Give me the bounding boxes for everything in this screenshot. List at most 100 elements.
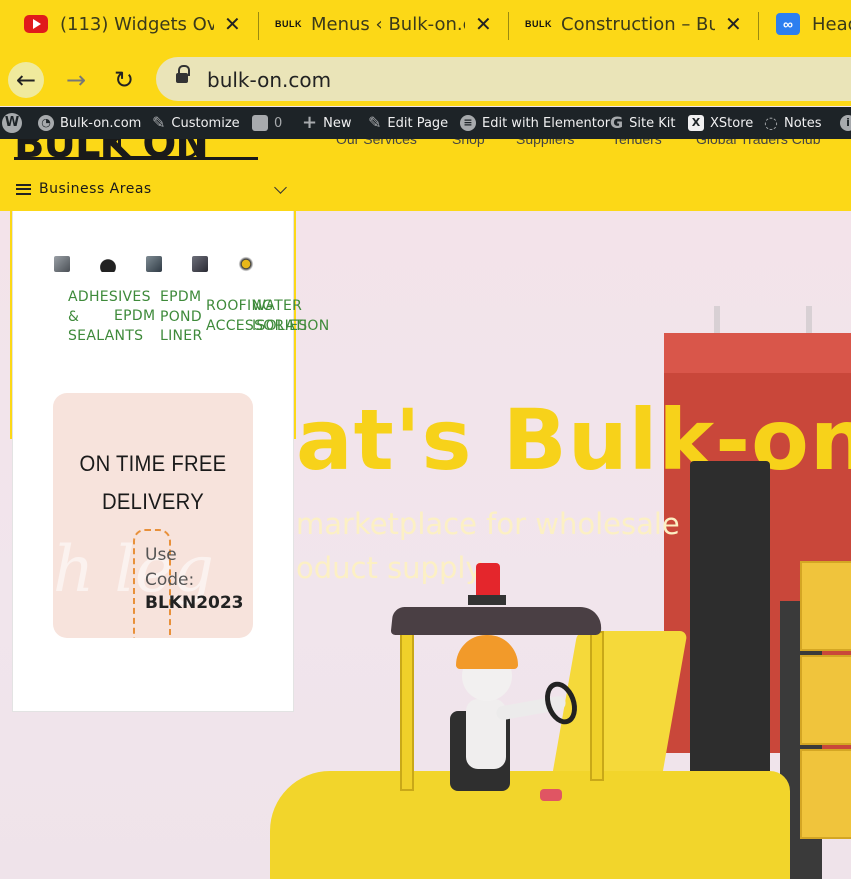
cargo-box xyxy=(800,561,851,651)
info-icon: i xyxy=(840,115,851,131)
tab-title: (113) Widgets Over xyxy=(60,14,214,35)
trailer-pin xyxy=(806,306,812,336)
youtube-icon xyxy=(24,15,48,33)
address-bar[interactable]: bulk-on.com xyxy=(156,57,851,101)
browser-tab-strip: (113) Widgets Over ✕ BULK Menus ‹ Bulk-o… xyxy=(0,0,851,52)
chevron-down-icon[interactable] xyxy=(274,181,287,194)
pencil-icon: ✎ xyxy=(368,113,382,132)
speech-bubble-icon: ◌ xyxy=(764,113,778,132)
admin-notes-link[interactable]: ◌ Notes xyxy=(764,107,822,139)
forklift-body xyxy=(270,771,790,879)
browser-tab-youtube[interactable]: (113) Widgets Over ✕ xyxy=(24,0,254,52)
admin-customize-label: Customize xyxy=(171,115,240,131)
pond-liner-thumbnail-icon[interactable] xyxy=(146,256,162,272)
admin-new-label: New xyxy=(323,115,352,131)
comment-icon xyxy=(252,115,268,131)
admin-notes-label: Notes xyxy=(783,115,822,131)
nav-item-shop[interactable]: Shop xyxy=(452,139,485,147)
browser-toolbar: ← → ↻ bulk-on.com xyxy=(0,52,851,106)
tab-title: Construction – Bulk xyxy=(561,14,715,35)
bulk-favicon-icon: BULK xyxy=(525,19,552,29)
nav-item-suppliers[interactable]: Suppliers xyxy=(516,139,574,147)
forward-button[interactable]: → xyxy=(58,62,94,98)
admin-site-link[interactable]: ◔ Bulk-on.com xyxy=(38,107,141,139)
admin-sitekit-label: Site Kit xyxy=(629,115,676,131)
xstore-icon: X xyxy=(688,115,704,131)
arrow-right-icon: → xyxy=(65,66,87,94)
site-header: BULK ON Our Services Shop Suppliers Tend… xyxy=(0,139,851,211)
free-delivery-promo[interactable]: h leg ON TIME FREE DELIVERY Use Code: BL… xyxy=(53,393,253,638)
reload-button[interactable]: ↻ xyxy=(106,62,142,98)
arrow-left-icon: ← xyxy=(15,66,37,94)
brush-icon: ✎ xyxy=(152,113,166,132)
hard-hat xyxy=(456,635,518,669)
tab-separator xyxy=(758,12,759,40)
adhesives-thumbnail-icon[interactable] xyxy=(54,256,70,272)
admin-edit-page-label: Edit Page xyxy=(387,115,449,131)
admin-edit-page-link[interactable]: ✎ Edit Page xyxy=(368,107,448,139)
nav-item-global-traders-club[interactable]: Global Traders Club xyxy=(696,139,821,147)
promo-code[interactable]: BLKN2023 xyxy=(145,593,244,613)
cargo-box xyxy=(800,655,851,745)
trailer-top xyxy=(664,333,851,373)
close-tab-icon[interactable]: ✕ xyxy=(224,12,241,36)
admin-elementor-link[interactable]: ≡ Edit with Elementor xyxy=(460,107,610,139)
tab-title: Menus ‹ Bulk-on.co xyxy=(311,14,465,35)
admin-site-label: Bulk-on.com xyxy=(60,115,142,131)
admin-new-link[interactable]: + New xyxy=(302,107,351,139)
browser-tab-construction[interactable]: BULK Construction – Bulk ✕ xyxy=(525,0,755,52)
browser-tab-head[interactable]: ∞ Head xyxy=(776,0,851,52)
dashboard-icon: ◔ xyxy=(38,115,54,131)
admin-comments-link[interactable]: 0 xyxy=(252,107,282,139)
promo-title: ON TIME FREE DELIVERY xyxy=(79,451,227,514)
hamburger-icon xyxy=(16,183,31,195)
meta-icon: ∞ xyxy=(776,13,800,35)
category-epdm-pond-liner[interactable]: EPDM POND LINER xyxy=(160,288,202,347)
admin-xstore-label: XStore xyxy=(710,115,754,131)
google-icon: G xyxy=(610,113,624,132)
url-text[interactable]: bulk-on.com xyxy=(207,68,331,92)
logo-truck-mark xyxy=(118,139,200,159)
tab-title: Head xyxy=(812,14,851,35)
browser-tab-menus[interactable]: BULK Menus ‹ Bulk-on.co ✕ xyxy=(275,0,505,52)
admin-customize-link[interactable]: ✎ Customize xyxy=(152,107,240,139)
roofing-thumbnail-icon[interactable] xyxy=(192,256,208,272)
admin-elementor-label: Edit with Elementor xyxy=(482,115,611,131)
elementor-icon: ≡ xyxy=(460,115,476,131)
hero-subtitle-line2: oduct supply xyxy=(296,551,483,585)
plus-icon: + xyxy=(302,112,318,133)
tab-separator xyxy=(508,12,509,40)
nav-item-tenders[interactable]: Tenders xyxy=(612,139,662,147)
comment-count: 0 xyxy=(274,115,283,131)
nav-item-our-services[interactable]: Our Services xyxy=(336,139,417,147)
hero-subtitle-line1: marketplace for wholesale xyxy=(296,507,680,541)
business-areas-menu: ADHESIVES & SEALANTS EPDM EPDM POND LINE… xyxy=(12,211,329,712)
category-epdm[interactable]: EPDM xyxy=(114,307,155,327)
bulk-favicon-icon: BULK xyxy=(275,19,302,29)
admin-sitekit-link[interactable]: G Site Kit xyxy=(610,107,675,139)
business-areas-label: Business Areas xyxy=(39,181,152,197)
business-areas-toggle[interactable]: Business Areas xyxy=(16,181,152,197)
wp-admin-bar: W ◔ Bulk-on.com ✎ Customize 0 + New ✎ Ed… xyxy=(0,107,851,139)
close-tab-icon[interactable]: ✕ xyxy=(475,12,492,36)
category-water-isolation[interactable]: WATER ISOLATION xyxy=(252,297,330,336)
tab-separator xyxy=(258,12,259,40)
forklift-roof xyxy=(390,607,604,635)
admin-more-link[interactable]: i xyxy=(840,107,851,139)
close-tab-icon[interactable]: ✕ xyxy=(725,12,742,36)
beacon-base xyxy=(468,595,506,605)
wordpress-icon: W xyxy=(2,113,22,133)
promo-code-label: Use Code: xyxy=(145,545,195,590)
back-button[interactable]: ← xyxy=(8,62,44,98)
water-isolation-thumbnail-icon[interactable] xyxy=(238,256,254,272)
admin-xstore-link[interactable]: X XStore xyxy=(688,107,753,139)
forklift-cab-post xyxy=(400,631,414,791)
wordpress-logo-button[interactable]: W xyxy=(2,107,22,139)
lock-icon[interactable] xyxy=(176,65,190,85)
reload-icon: ↻ xyxy=(113,66,135,94)
cargo-box xyxy=(800,749,851,839)
driver-shoe xyxy=(540,789,562,801)
epdm-thumbnail-icon[interactable] xyxy=(100,256,116,272)
warning-beacon xyxy=(476,563,500,597)
forklift-cab-post xyxy=(590,631,604,781)
